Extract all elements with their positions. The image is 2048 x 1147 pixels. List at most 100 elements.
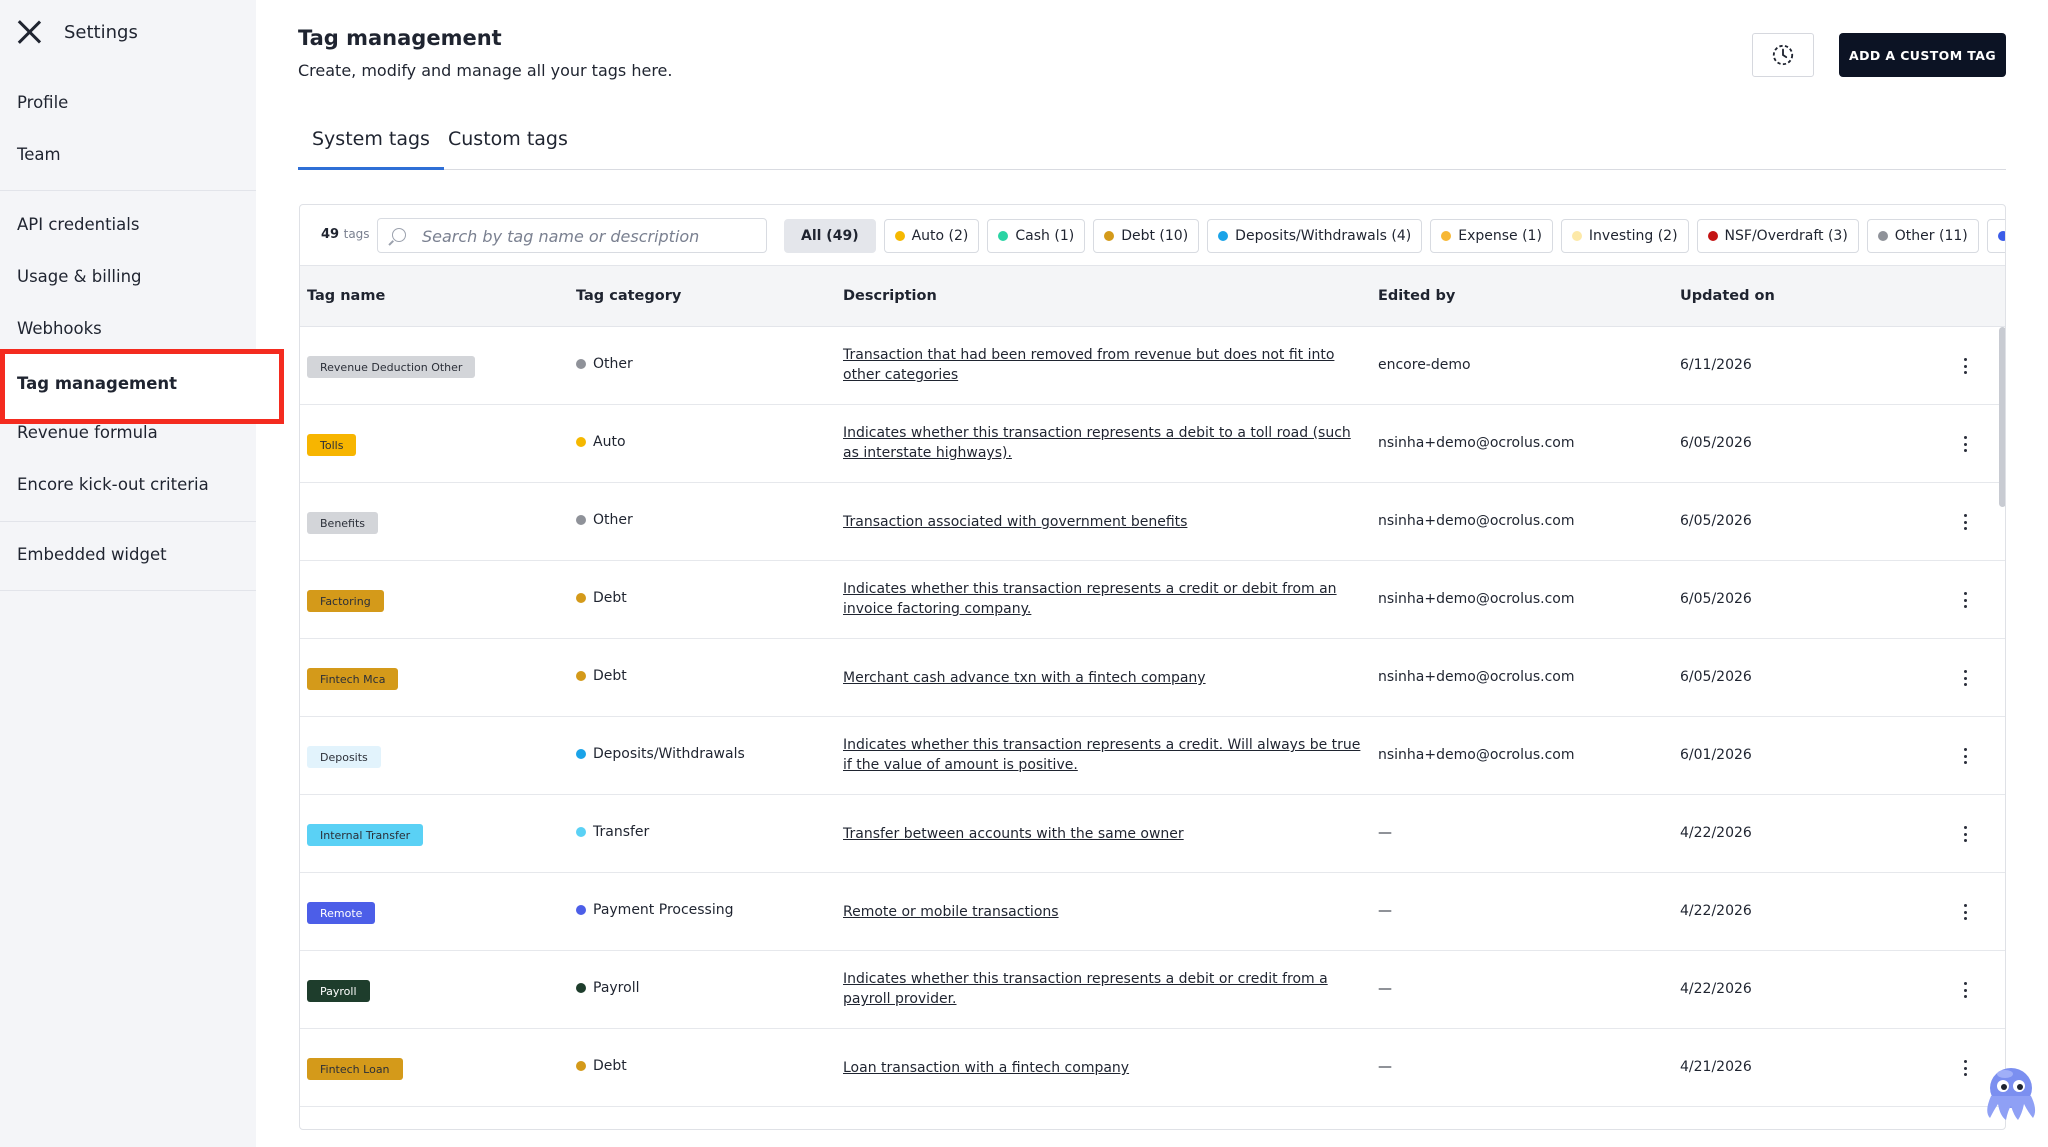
tag-badge: Fintech Loan [307, 1058, 403, 1080]
category-dot-icon [1707, 231, 1718, 241]
tag-description-link[interactable]: Loan transaction with a fintech company [843, 1058, 1363, 1078]
table-row[interactable]: Payroll Payroll Indicates whether this tra… [300, 951, 2005, 1029]
filter-chip[interactable]: NSF/Overdraft (3) [1696, 219, 1859, 253]
table-row[interactable]: Deposits Deposits/Withdrawals Indicates wh… [300, 717, 2005, 795]
tag-description-link[interactable]: Indicates whether this transaction repre… [843, 423, 1363, 463]
filter-chip-overflow[interactable] [1986, 219, 2005, 253]
tag-description-link[interactable]: Merchant cash advance txn with a fintech… [843, 668, 1363, 688]
tag-badge: Deposits [307, 746, 381, 768]
tag-description-link[interactable]: Transfer between accounts with the same … [843, 824, 1363, 844]
updated-on: 6/01/2026 [1680, 747, 1752, 763]
search-input[interactable] [422, 225, 752, 247]
category-dot-icon [576, 905, 586, 915]
tag-category-label: Other [593, 512, 633, 528]
sidebar-divider [0, 521, 256, 522]
sidebar-item-revenue-formula[interactable]: Revenue formula [17, 423, 158, 442]
tag-category-label: Debt [593, 1058, 627, 1074]
sidebar-item-webhooks[interactable]: Webhooks [17, 319, 102, 338]
category-dot-icon [894, 231, 905, 241]
filter-chip-label: Investing (2) [1588, 228, 1678, 244]
close-icon[interactable] [16, 19, 42, 45]
column-header-description[interactable]: Description [843, 288, 937, 304]
tag-description-link[interactable]: Transaction associated with government b… [843, 512, 1363, 532]
row-menu-kebab-icon[interactable] [1963, 436, 1967, 452]
table-row[interactable]: Revenue Deduction Other Other Transaction … [300, 327, 2005, 405]
sidebar-item-tag-management[interactable]: Tag management [0, 349, 284, 424]
filter-chip[interactable]: Other (11) [1866, 219, 1979, 253]
table-row[interactable]: Internal Transfer Transfer Transfer betwee… [300, 795, 2005, 873]
row-menu-kebab-icon[interactable] [1963, 1060, 1967, 1076]
tag-category: Transfer [576, 824, 649, 840]
sidebar-item-api-credentials[interactable]: API credentials [17, 215, 139, 234]
row-menu-kebab-icon[interactable] [1963, 748, 1967, 764]
filter-chip[interactable]: Auto (2) [883, 219, 980, 253]
column-header-tag-name[interactable]: Tag name [307, 288, 385, 304]
tag-badge: Fintech Mca [307, 668, 399, 690]
sidebar-item-embedded-widget[interactable]: Embedded widget [17, 545, 167, 564]
filter-chip[interactable]: All (49) [784, 219, 876, 253]
tag-badge: Remote [307, 902, 376, 924]
table-row[interactable]: Fintech Loan Debt Loan transaction with a … [300, 1029, 2005, 1107]
add-custom-tag-button[interactable]: ADD A CUSTOM TAG [1839, 33, 2006, 77]
column-header-edited-by[interactable]: Edited by [1378, 288, 1455, 304]
scrollbar-thumb[interactable] [1999, 327, 2005, 507]
category-dot-icon [576, 827, 586, 837]
row-menu-kebab-icon[interactable] [1963, 358, 1967, 374]
column-header-updated-on[interactable]: Updated on [1680, 288, 1775, 304]
sidebar-item-usage-billing[interactable]: Usage & billing [17, 267, 142, 286]
category-dot-icon [576, 515, 586, 525]
tab-system-tags[interactable]: System tags [298, 128, 444, 170]
filter-chip[interactable]: Cash (1) [987, 219, 1086, 253]
sidebar-item-team[interactable]: Team [17, 145, 61, 164]
tag-badge: Internal Transfer [307, 824, 424, 846]
table-row[interactable]: Benefits Other Transaction associated with… [300, 483, 2005, 561]
tag-description-link[interactable]: Remote or mobile transactions [843, 902, 1363, 922]
tag-category-label: Auto [593, 434, 626, 450]
updated-on: 4/22/2026 [1680, 903, 1752, 919]
tag-badge: Payroll [307, 980, 370, 1002]
edited-by: nsinha+demo@ocrolus.com [1378, 435, 1575, 451]
history-button[interactable] [1752, 33, 1814, 77]
table-row[interactable]: Factoring Debt Indicates whether this tran… [300, 561, 2005, 639]
filter-chip[interactable]: Deposits/Withdrawals (4) [1207, 219, 1423, 253]
tag-description-link[interactable]: Indicates whether this transaction repre… [843, 579, 1363, 619]
row-menu-kebab-icon[interactable] [1963, 826, 1967, 842]
sidebar-item-encore-kick-out-criteria[interactable]: Encore kick-out criteria [17, 475, 209, 494]
table-header: Tag name Tag category Description Edited… [300, 265, 2005, 327]
row-menu-kebab-icon[interactable] [1963, 670, 1967, 686]
sidebar-item-profile[interactable]: Profile [17, 93, 68, 112]
filter-chip[interactable]: Expense (1) [1430, 219, 1553, 253]
table-row[interactable]: Fintech Mca Debt Merchant cash advance txn… [300, 639, 2005, 717]
edited-by: — [1378, 825, 1392, 841]
tag-category: Other [576, 512, 633, 528]
table-row[interactable]: Tolls Auto Indicates whether this transact… [300, 405, 2005, 483]
updated-on: 6/05/2026 [1680, 513, 1752, 529]
tag-description-link[interactable]: Indicates whether this transaction repre… [843, 969, 1363, 1009]
tag-badge: Factoring [307, 590, 384, 612]
filter-chip[interactable]: Debt (10) [1093, 219, 1200, 253]
table-row[interactable]: Remote Payment Processing Remote or mobile… [300, 873, 2005, 951]
column-header-tag-category[interactable]: Tag category [576, 288, 681, 304]
category-dot-icon [1997, 231, 2005, 241]
category-dot-icon [1877, 231, 1888, 241]
octopus-mascot-icon[interactable] [1978, 1060, 2044, 1126]
tag-count-value: 49 [321, 227, 340, 242]
tag-category-label: Deposits/Withdrawals [593, 746, 745, 762]
category-dot-icon [576, 593, 586, 603]
table-scrollbar[interactable] [1997, 327, 2005, 1129]
tag-category: Debt [576, 668, 627, 684]
row-menu-kebab-icon[interactable] [1963, 514, 1967, 530]
row-menu-kebab-icon[interactable] [1963, 592, 1967, 608]
sidebar-header: Settings [16, 18, 138, 46]
tag-category: Debt [576, 590, 627, 606]
tab-custom-tags[interactable]: Custom tags [434, 128, 582, 170]
updated-on: 4/22/2026 [1680, 981, 1752, 997]
tag-badge: Revenue Deduction Other [307, 356, 476, 378]
filter-chip[interactable]: Investing (2) [1560, 219, 1689, 253]
edited-by: nsinha+demo@ocrolus.com [1378, 747, 1575, 763]
tag-description-link[interactable]: Transaction that had been removed from r… [843, 345, 1363, 385]
row-menu-kebab-icon[interactable] [1963, 904, 1967, 920]
tag-description-link[interactable]: Indicates whether this transaction repre… [843, 735, 1363, 775]
row-menu-kebab-icon[interactable] [1963, 982, 1967, 998]
updated-on: 6/05/2026 [1680, 669, 1752, 685]
